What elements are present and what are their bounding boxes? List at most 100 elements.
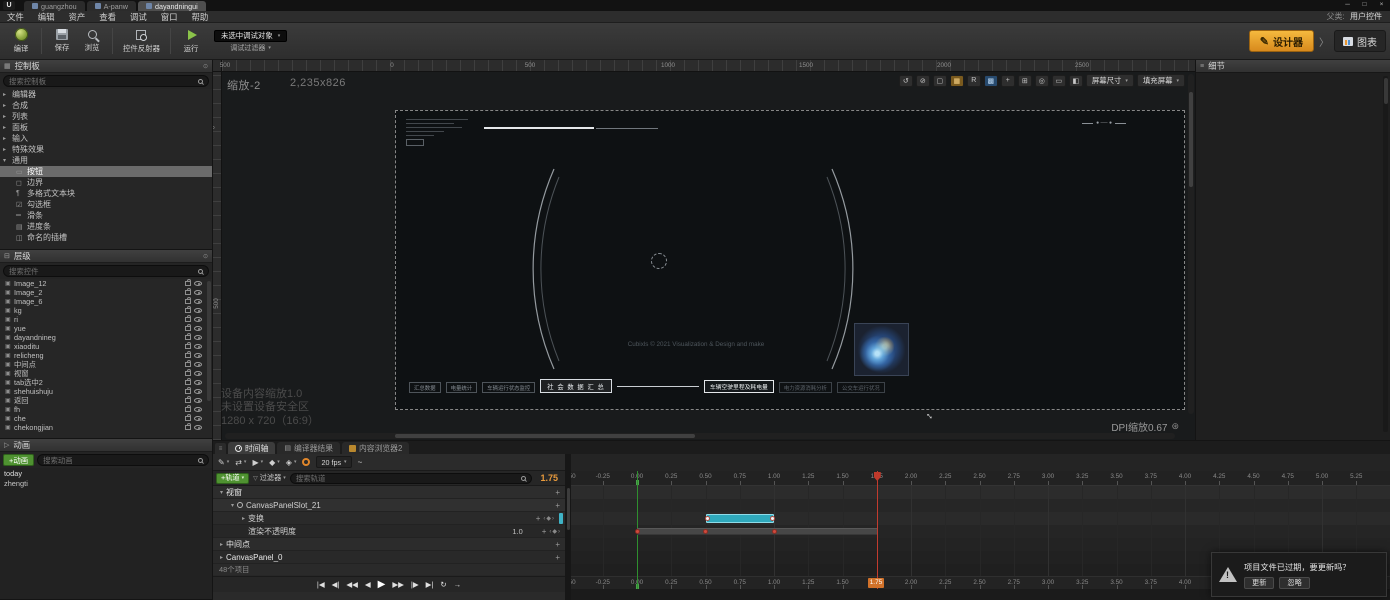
track-row[interactable]: 渲染不透明度 1.0 + ‹◆›	[213, 525, 565, 538]
add-track-button[interactable]: +轨道 ▾	[216, 472, 250, 484]
keyframe-dot[interactable]	[704, 516, 710, 521]
screen-size-dropdown[interactable]: 屏幕尺寸 ▾	[1085, 74, 1134, 87]
track-row[interactable]: ▸ 中间点 +	[213, 538, 565, 551]
keyframe-dot[interactable]	[770, 516, 775, 521]
tab-时间轴[interactable]: 时间轴	[228, 442, 276, 454]
lock-icon[interactable]	[185, 297, 191, 304]
menu-item[interactable]: 查看	[92, 11, 123, 23]
visibility-icon[interactable]	[194, 290, 202, 295]
hierarchy-item[interactable]: ▣ ri	[0, 315, 212, 324]
playback-icon[interactable]: ◀	[365, 580, 371, 589]
viewport-tool-button[interactable]: ↺	[898, 74, 913, 87]
menu-item[interactable]: 资产	[62, 11, 93, 23]
palette-item[interactable]: ▭ 按钮	[0, 166, 212, 177]
lock-icon[interactable]	[185, 387, 191, 394]
palette-item[interactable]: ¶ 多格式文本块	[0, 188, 212, 199]
track-row[interactable]: ▾ CanvasPanelSlot_21 +	[213, 499, 565, 512]
palette-group[interactable]: ▸ 编辑器	[0, 89, 212, 100]
palette-item[interactable]: ═ 滑条	[0, 210, 212, 221]
window-tab[interactable]: guangzhou	[24, 1, 85, 11]
menu-item[interactable]: 帮助	[185, 11, 216, 23]
viewport-tool-button[interactable]: +	[1000, 74, 1015, 87]
visibility-icon[interactable]	[194, 326, 202, 331]
debug-target-dropdown[interactable]: 未选中调试对象 ▾	[213, 29, 288, 42]
filter-button[interactable]: ▽ 过滤器 ▾	[253, 473, 286, 483]
designer-viewport[interactable]: 500 0 500 1000 1500 2000 2500 0 500 缩放-2 2,235x…	[213, 60, 1195, 440]
hierarchy-searchbox[interactable]	[3, 265, 209, 277]
viewport-vertical-scrollbar[interactable]	[1188, 74, 1194, 414]
current-time-display[interactable]: 1.75	[540, 473, 558, 483]
track-row[interactable]: ▸ 变换 + ‹◆›	[213, 512, 565, 525]
visibility-icon[interactable]	[194, 380, 202, 385]
palette-group[interactable]: ▸ 合成	[0, 100, 212, 111]
visibility-icon[interactable]	[194, 344, 202, 349]
add-section-icon[interactable]: +	[555, 553, 560, 562]
viewport-tool-button[interactable]: ▩	[983, 74, 998, 87]
track-searchbox[interactable]	[289, 472, 533, 484]
playback-icon[interactable]: ↻	[440, 580, 446, 589]
palette-group[interactable]: ▸ 列表	[0, 111, 212, 122]
keyframe-nav-icons[interactable]: ‹◆›	[543, 515, 555, 522]
visibility-icon[interactable]	[194, 362, 202, 367]
hierarchy-item[interactable]: ▣ fh	[0, 405, 212, 414]
viewport-horizontal-scrollbar[interactable]	[225, 433, 1175, 439]
window-tab[interactable]: A-panw	[86, 1, 136, 11]
palette-item[interactable]: ◫ 命名的插槽	[0, 232, 212, 243]
auto-key-icon[interactable]	[302, 458, 311, 466]
viewport-tool-button[interactable]: ◎	[1034, 74, 1049, 87]
lock-icon[interactable]	[185, 306, 191, 313]
track-search-input[interactable]	[295, 473, 522, 483]
visibility-icon[interactable]	[194, 299, 202, 304]
fill-screen-dropdown[interactable]: 填充屏幕 ▾	[1136, 74, 1185, 87]
key-options-icon[interactable]: ◈ ▾	[286, 458, 297, 467]
hierarchy-search-input[interactable]	[9, 266, 198, 276]
menu-item[interactable]: 编辑	[31, 11, 62, 23]
lock-icon[interactable]	[185, 423, 191, 430]
playback-icon[interactable]: ▶	[378, 579, 386, 590]
compile-button[interactable]: 编译	[6, 28, 36, 54]
lock-icon[interactable]	[185, 324, 191, 331]
designer-mode-button[interactable]: ✎ 设计器	[1248, 30, 1314, 52]
hierarchy-item[interactable]: ▣ chekongjian	[0, 423, 212, 432]
fps-dropdown[interactable]: 20 fps ▾	[316, 456, 352, 468]
playback-icon[interactable]: ▶▶	[392, 580, 404, 589]
viewport-tool-button[interactable]: R	[966, 74, 981, 87]
curve-pen-icon[interactable]: ✎ ▾	[218, 458, 229, 467]
visibility-icon[interactable]	[194, 416, 202, 421]
window-tab[interactable]: dayandningui	[137, 1, 206, 11]
lock-icon[interactable]	[185, 414, 191, 421]
lock-icon[interactable]	[185, 369, 191, 376]
keyframe-dot[interactable]	[634, 529, 640, 534]
hierarchy-item[interactable]: ▣ yue	[0, 324, 212, 333]
playhead-line[interactable]	[876, 471, 878, 589]
animation-item[interactable]: zhengti	[0, 478, 212, 488]
lock-icon[interactable]	[185, 288, 191, 295]
visibility-icon[interactable]	[194, 407, 202, 412]
palette-item[interactable]: ◻ 边界	[0, 177, 212, 188]
opacity-section-bar[interactable]	[637, 528, 877, 535]
palette-item[interactable]: ▤ 进度条	[0, 221, 212, 232]
viewport-tool-button[interactable]: ▦	[949, 74, 964, 87]
track-row[interactable]: ▸ CanvasPanel_0 +	[213, 551, 565, 564]
add-animation-button[interactable]: +动画	[3, 454, 35, 466]
keyframe-section-bar[interactable]	[704, 514, 775, 523]
hierarchy-item[interactable]: ▣ Image_6	[0, 297, 212, 306]
add-section-icon[interactable]: +	[555, 488, 560, 497]
hierarchy-item[interactable]: ▣ Image_12	[0, 279, 212, 288]
palette-group[interactable]: ▾ 通用	[0, 155, 212, 166]
pin-icon[interactable]: ⊙	[203, 253, 208, 260]
visibility-icon[interactable]	[194, 317, 202, 322]
playback-icon[interactable]: →	[454, 580, 462, 589]
pin-icon[interactable]: ⊙	[203, 63, 208, 70]
timeline-ruler-top[interactable]: -0.50-0.250.000.250.500.751.001.251.501.…	[571, 471, 1390, 486]
playback-icon[interactable]: |▶	[411, 580, 419, 589]
curve-view-icon[interactable]: ~	[358, 458, 363, 467]
add-section-icon[interactable]: +	[542, 527, 547, 536]
gear-icon[interactable]: ⊛	[1171, 421, 1179, 432]
keyframe-nav-icons[interactable]: ‹◆›	[549, 528, 561, 535]
add-section-icon[interactable]: +	[555, 501, 560, 510]
hierarchy-item[interactable]: ▣ dayandnineg	[0, 333, 212, 342]
snap-icon[interactable]: ⇄ ▾	[235, 458, 246, 467]
details-scrollbar[interactable]	[1383, 76, 1388, 432]
browse-button[interactable]: 浏览	[77, 29, 107, 53]
